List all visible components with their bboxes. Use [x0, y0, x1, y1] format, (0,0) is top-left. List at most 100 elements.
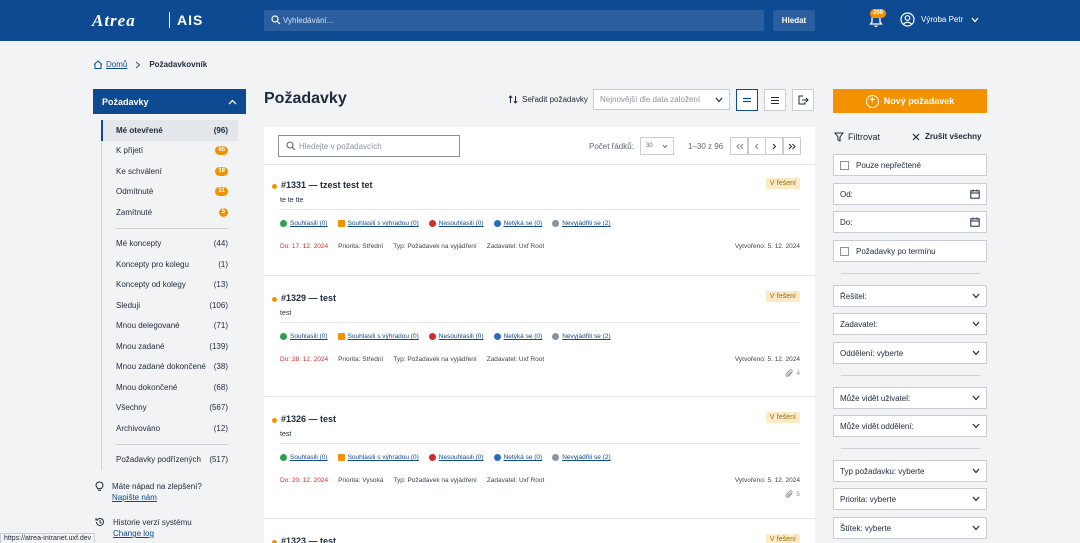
date-to-field[interactable]: Do: [833, 211, 987, 233]
vote-link[interactable]: Nesouhlasili (0) [428, 220, 484, 227]
vote-link[interactable]: Souhlasili (0) [280, 220, 328, 227]
sidebar-item-badge: 19 [215, 166, 228, 176]
due-date: Do: 17. 12. 2024 [280, 243, 329, 250]
sidebar-item[interactable]: Archivováno (12) [101, 418, 238, 439]
sidebar-item[interactable]: Koncepty od kolegy (13) [101, 275, 238, 296]
vote-link[interactable]: Souhlasili (0) [280, 454, 328, 461]
status-bar-url: https://atrea-intranet.uxf.dev [0, 533, 96, 543]
sidebar-nav: Mé otevřené (96) K přijetí 85 Ke schválení 19… [101, 120, 238, 470]
global-search-input[interactable] [283, 12, 753, 29]
tag-select[interactable]: Štítek: vyberte [833, 517, 987, 539]
priority: Priorita: Střední [338, 356, 384, 363]
sidebar-item-label: Koncepty pro kolegu [116, 259, 189, 269]
sidebar-item[interactable]: Mnou delegované (71) [101, 316, 238, 337]
vote-label: Souhlasili s výhradou (0) [347, 454, 419, 461]
next-page-button[interactable] [765, 137, 783, 155]
department-select[interactable]: Oddělení: vyberte [833, 342, 987, 364]
search-button[interactable]: Hledat [773, 10, 815, 31]
request-type-select[interactable]: Typ požadavku: vyberte [833, 460, 987, 482]
sidebar-item-count: (139) [209, 341, 228, 351]
unread-only-checkbox[interactable]: Pouze nepřečtené [833, 154, 987, 176]
vote-status-icon [428, 333, 436, 340]
sidebar-item[interactable]: Všechny (567) [101, 398, 238, 419]
vote-link[interactable]: Souhlasili (0) [280, 333, 328, 340]
idea-link[interactable]: Napište nám [112, 493, 157, 502]
vote-status-icon [337, 220, 345, 227]
attachments[interactable]: 5 [785, 490, 800, 499]
request-title[interactable]: #1329 — test [281, 293, 336, 303]
user-avatar-icon [900, 12, 915, 27]
prev-page-button[interactable] [748, 137, 766, 155]
sort-label-text: Seřadit požadavky [522, 95, 588, 104]
request-title[interactable]: #1326 — test [281, 414, 336, 424]
vote-link[interactable]: Nevyjádřili se (2) [552, 220, 611, 227]
vote-status-icon [337, 454, 345, 461]
due-date: Do: 20. 12. 2024 [280, 477, 329, 484]
sidebar-item[interactable]: Mnou zadané dokončené (38) [101, 357, 238, 378]
last-page-button[interactable] [783, 137, 801, 155]
vote-link[interactable]: Souhlasili s výhradou (0) [337, 220, 419, 227]
request-separator [264, 275, 815, 276]
sidebar-item[interactable]: Koncepty pro kolegu (1) [101, 254, 238, 275]
rows-per-page-select[interactable]: 30 [640, 137, 674, 155]
chevron-right-icon [772, 143, 777, 149]
date-from-field[interactable]: Od: [833, 183, 987, 205]
calendar-icon[interactable] [970, 189, 980, 199]
overdue-checkbox[interactable]: Požadavky po termínu [833, 240, 987, 262]
sidebar-item[interactable]: Zamítnuté 5 [101, 202, 238, 223]
vote-link[interactable]: Netýká se (0) [493, 333, 543, 340]
atrea-logo[interactable]: Atrea [92, 11, 136, 31]
global-search [264, 10, 764, 31]
visible-user-select[interactable]: Může vidět uživatel: [833, 387, 987, 409]
vote-link[interactable]: Nesouhlasili (0) [428, 333, 484, 340]
sidebar-item[interactable]: Mé koncepty (44) [101, 234, 238, 255]
requester: Zadavatel: Uxf Root [486, 243, 545, 250]
vote-link[interactable]: Souhlasili s výhradou (0) [337, 333, 419, 340]
visible-user-label: Může vidět uživatel: [840, 393, 911, 403]
sidebar-item[interactable]: Požadavky podřízených (517) [101, 450, 238, 471]
sidebar-section-header[interactable]: Požadavky [93, 89, 246, 114]
sidebar-item[interactable]: Mé otevřené (96) [101, 120, 238, 141]
sidebar-item[interactable]: Mnou zadané (139) [101, 336, 238, 357]
vote-link[interactable]: Netýká se (0) [493, 454, 542, 461]
pagination-range: 1–30 z 96 [688, 142, 724, 151]
vote-link[interactable]: Nevyjádřili se (2) [552, 454, 611, 461]
breadcrumb-home-link[interactable]: Domů [106, 60, 127, 69]
vote-summary: Souhlasili (0) Souhlasili s výhradou (0) N… [280, 333, 621, 340]
sidebar-item[interactable]: Mnou dokončené (68) [101, 377, 238, 398]
solver-select[interactable]: Řešitel: [833, 285, 987, 307]
user-menu[interactable]: Výroba Petr [900, 12, 979, 27]
first-page-button[interactable] [730, 137, 748, 155]
priority-select[interactable]: Priorita: vyberte [833, 488, 987, 510]
vote-label: Netýká se (0) [503, 333, 543, 340]
sidebar-item[interactable]: Sleduji (106) [101, 295, 238, 316]
clear-filters-button[interactable]: Zrušit všechny [912, 132, 981, 141]
request-title[interactable]: #1331 — tzest test tet [281, 180, 373, 190]
attachments[interactable]: 4 [785, 369, 800, 378]
visible-department-select[interactable]: Může vidět oddělení: [833, 415, 987, 437]
sidebar-item-label: Mnou zadané dokončené [116, 362, 206, 372]
sidebar-item[interactable]: Odmítnuté 31 [101, 182, 238, 203]
list-view-button[interactable] [764, 89, 786, 111]
checkbox-box [840, 246, 849, 256]
vote-label: Nesouhlasili (0) [438, 333, 484, 340]
rows-per-page-label: Počet řádků: [589, 142, 634, 151]
vote-link[interactable]: Nevyjádřili se (2) [552, 333, 611, 340]
sort-select[interactable]: Nejnovější dle data založení [593, 89, 730, 110]
vote-link[interactable]: Souhlasili s výhradou (0) [337, 454, 419, 461]
compact-view-button[interactable] [736, 89, 758, 111]
new-request-button[interactable]: + Nový požadavek [833, 89, 987, 113]
request-title[interactable]: #1323 — test [281, 536, 336, 543]
vote-link[interactable]: Netýká se (0) [493, 220, 542, 227]
calendar-icon[interactable] [970, 217, 980, 227]
requester-select[interactable]: Zadavatel: [833, 313, 987, 335]
sidebar-item[interactable]: K přijetí 85 [101, 141, 238, 162]
requests-search-input[interactable] [299, 138, 454, 154]
chevron-right-icon [135, 61, 141, 68]
plus-circle-icon: + [865, 94, 879, 108]
vote-link[interactable]: Nesouhlasili (0) [428, 454, 484, 461]
export-button[interactable] [792, 89, 814, 111]
changelog-link[interactable]: Change log [113, 529, 154, 538]
sidebar-item[interactable]: Ke schválení 19 [101, 161, 238, 182]
created-date: Vytvořeno: 5. 12. 2024 [734, 477, 800, 484]
